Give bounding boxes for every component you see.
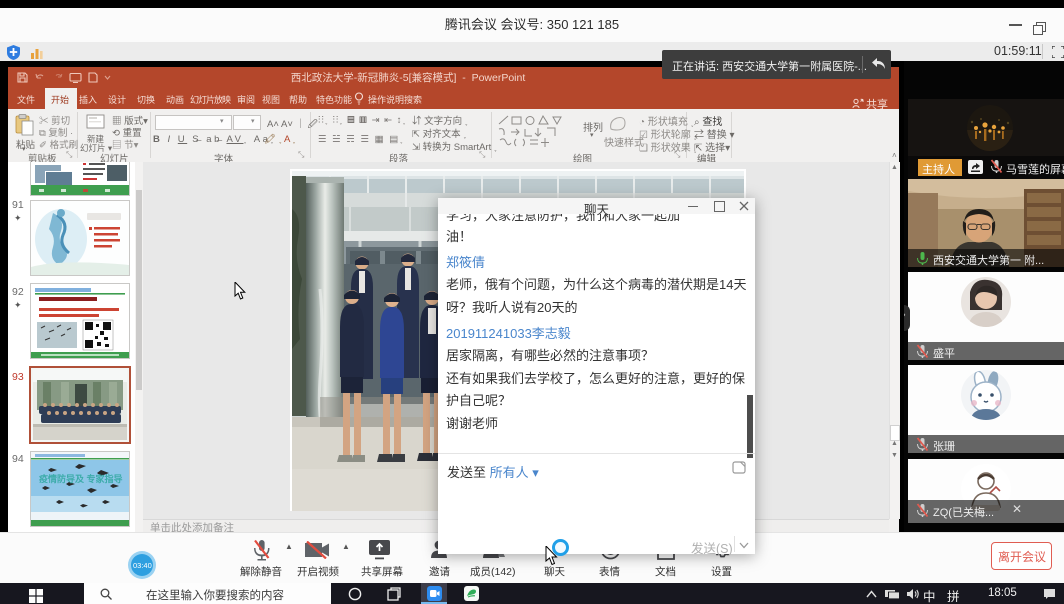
svg-text:疫情防导及 专家指导: 疫情防导及 专家指导 [39, 473, 123, 484]
